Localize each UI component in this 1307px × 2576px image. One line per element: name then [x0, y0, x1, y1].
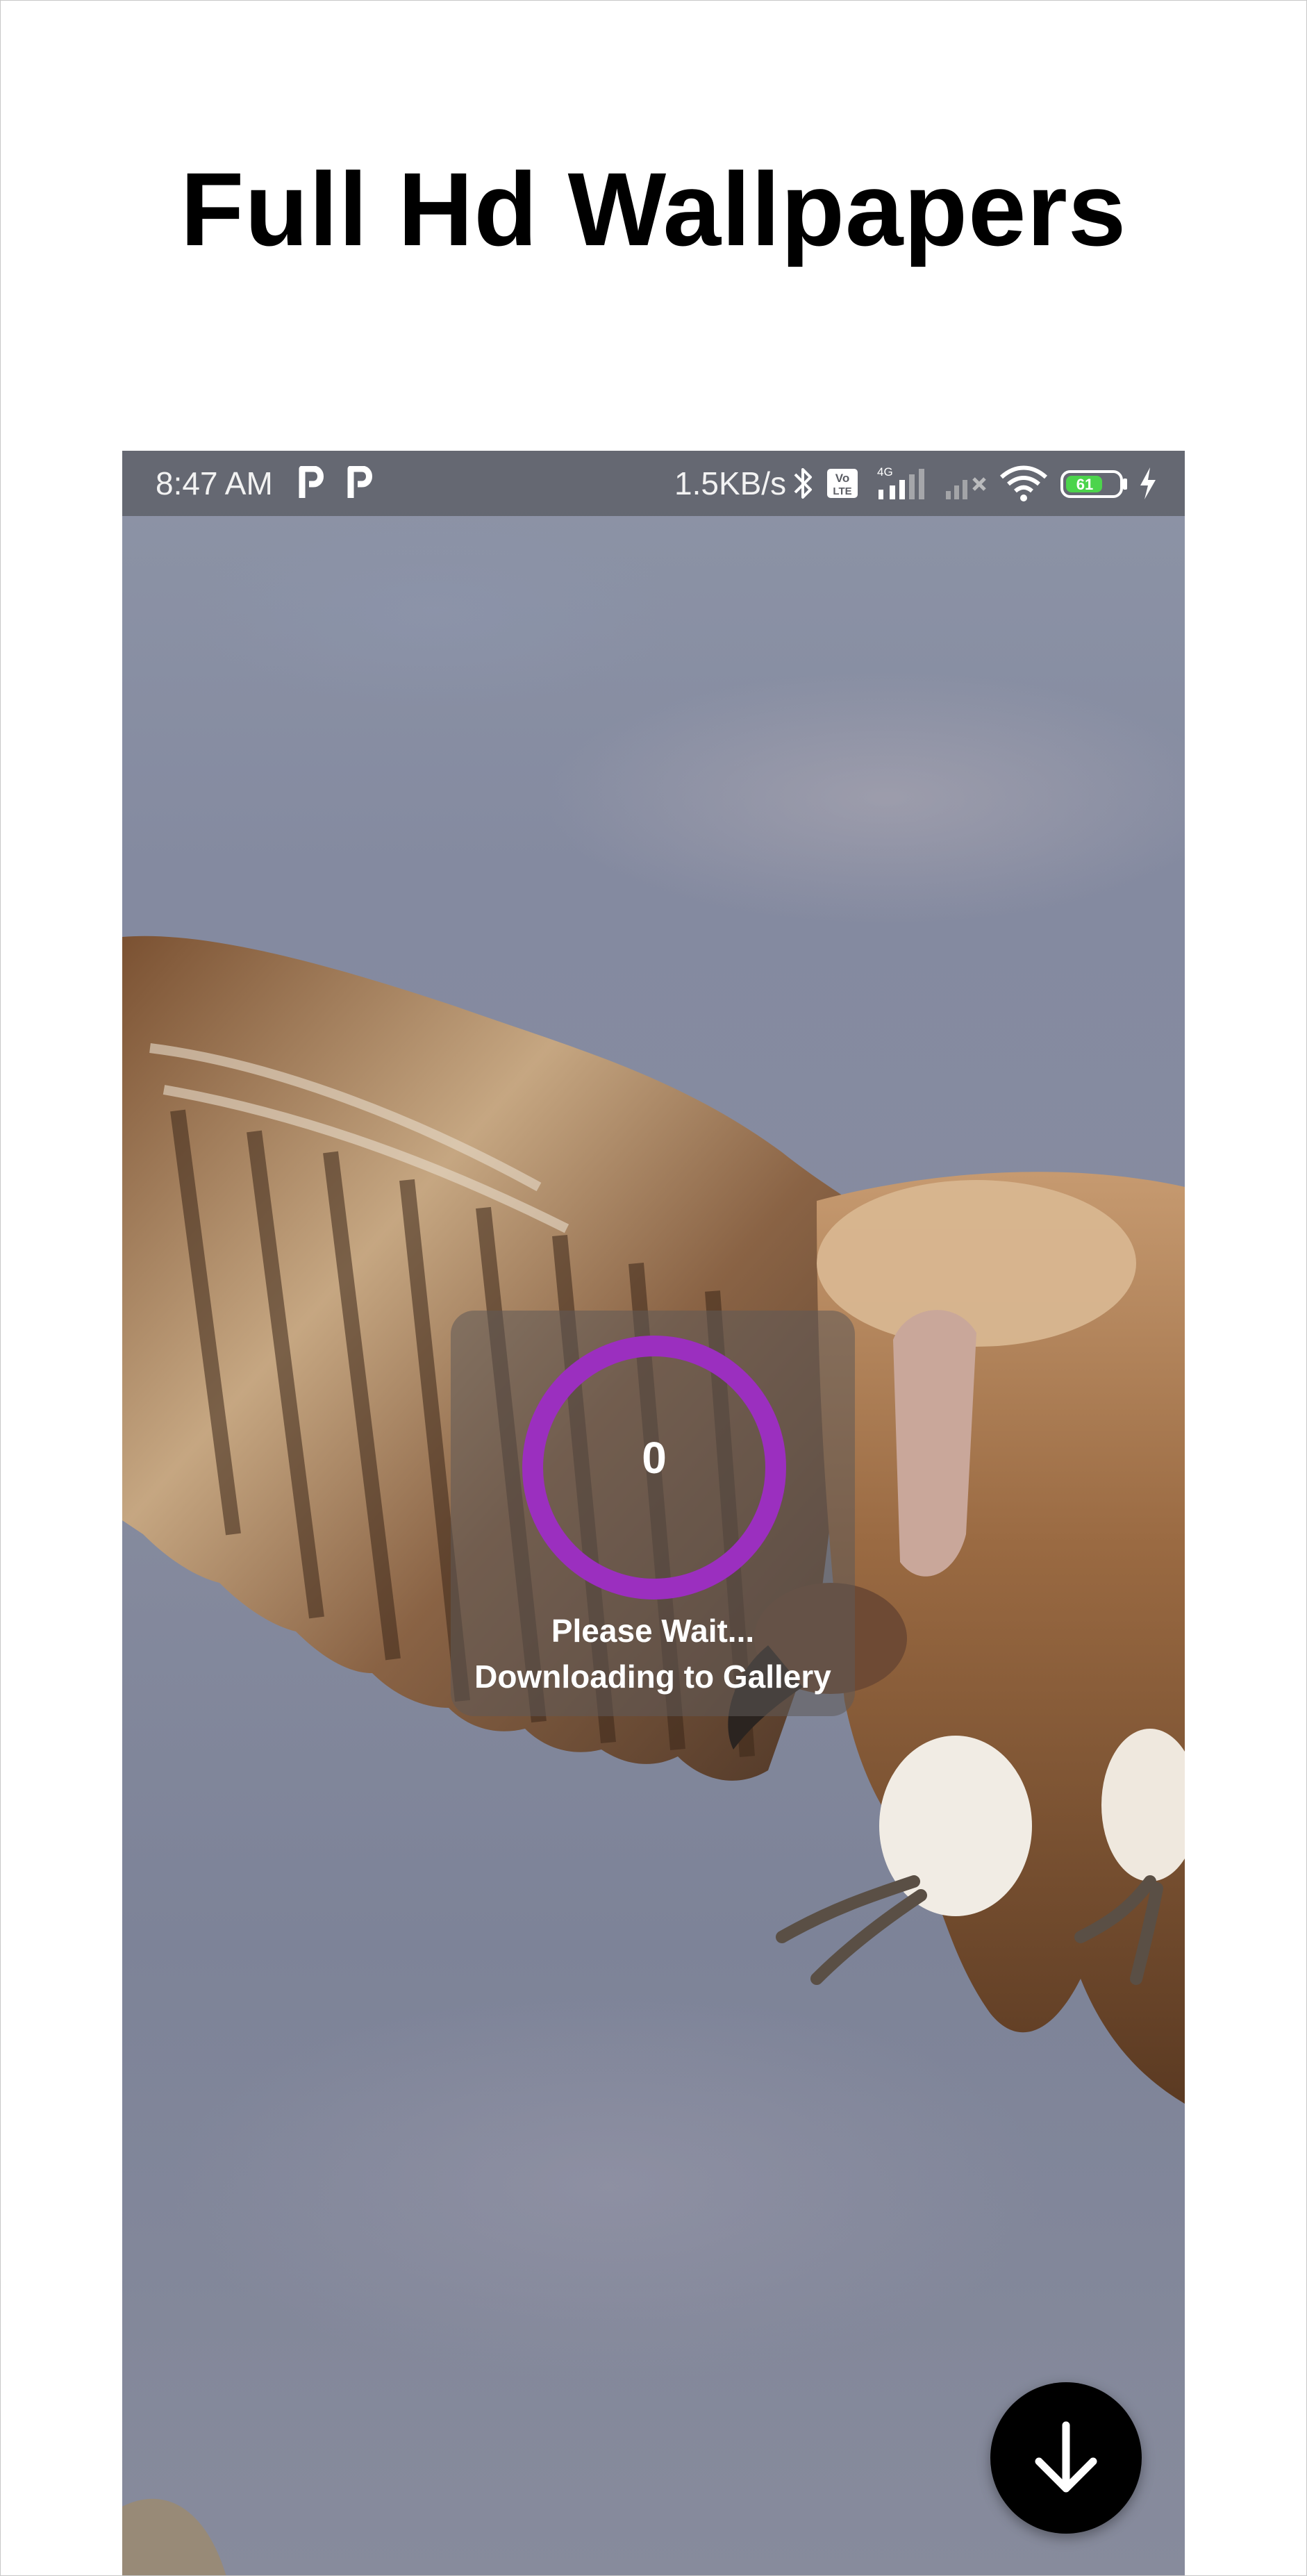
network-type-label: 4G: [877, 465, 893, 479]
svg-text:LTE: LTE: [833, 485, 851, 497]
parking-p-icon: [299, 466, 324, 498]
arrow-down-icon: [1035, 2421, 1097, 2493]
parking-p-icon: [347, 466, 372, 498]
bluetooth-icon: [794, 468, 812, 499]
signal-4g-icon: 4G: [877, 465, 924, 499]
status-bar: 8:47 AM 1.5KB/s Vo LTE 4G 61: [122, 451, 1185, 516]
battery-icon: 61: [1060, 470, 1127, 498]
phone-screen: 8:47 AM 1.5KB/s Vo LTE 4G 61 0 Please Wa…: [122, 451, 1185, 2575]
downloading-to-gallery-text: Downloading to Gallery: [474, 1659, 831, 1695]
svg-text:Vo: Vo: [835, 472, 849, 485]
progress-value: 0: [642, 1433, 667, 1483]
wifi-icon: [999, 465, 1048, 501]
download-button[interactable]: [990, 2382, 1142, 2534]
network-speed: 1.5KB/s: [674, 465, 787, 501]
progress-ring: 0: [518, 1331, 790, 1604]
please-wait-text: Please Wait...: [551, 1613, 755, 1649]
signal-no-service-icon: [946, 477, 986, 499]
promo-page: Full Hd Wallpapers 8:47 AM 1.5KB/s Vo LT…: [0, 0, 1307, 2576]
download-progress-dialog: 0 Please Wait... Downloading to Gallery: [451, 1311, 855, 1716]
battery-level: 61: [1076, 476, 1093, 493]
status-time: 8:47 AM: [156, 465, 273, 501]
promo-title: Full Hd Wallpapers: [180, 151, 1127, 267]
volte-icon: Vo LTE: [827, 469, 858, 498]
charging-icon: [1140, 467, 1156, 499]
